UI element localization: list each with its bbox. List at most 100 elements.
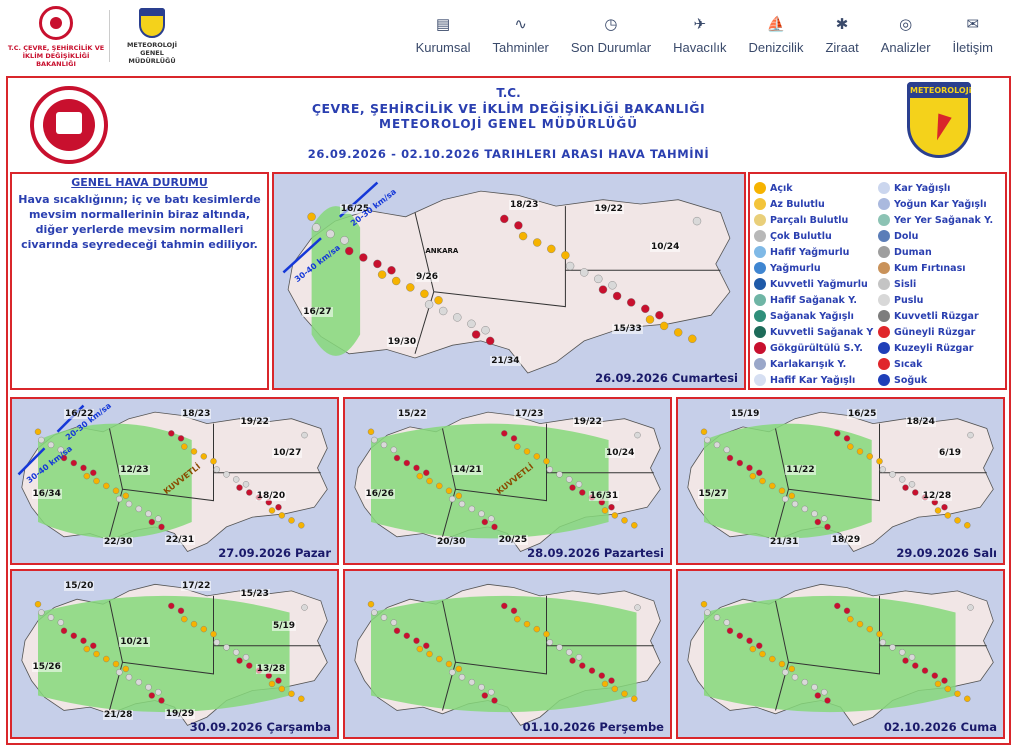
weather-symbol-icon xyxy=(93,650,100,658)
weather-symbol-icon xyxy=(223,644,230,651)
weather-symbol-icon xyxy=(759,650,766,658)
legend-item: Parçalı Bulutlu xyxy=(754,212,882,228)
legend-symbol-icon xyxy=(754,326,766,338)
temperature-label: 15/26 xyxy=(31,662,62,673)
legend-label: Puslu xyxy=(894,294,924,306)
forecast-map-day-3[interactable]: 15/22 17/23 19/22 14/21 10/24 16/26 16/31 20/30… xyxy=(343,397,672,565)
temperature-label: 12/23 xyxy=(119,464,150,475)
weather-symbol-icon xyxy=(627,298,636,307)
legend-item: Hafif Kar Yağışlı xyxy=(754,372,882,388)
legend-item: Sağanak Yağışlı xyxy=(754,308,882,324)
ministry-seal-icon xyxy=(39,6,73,40)
temperature-label: 15/20 xyxy=(64,580,95,591)
legend-label: Yoğun Kar Yağışlı xyxy=(894,198,987,210)
weather-symbol-icon xyxy=(34,601,42,608)
weather-symbol-icon xyxy=(177,435,185,442)
mgm-logo[interactable]: METEOROLOJİ GENEL MÜDÜRLÜĞÜ xyxy=(116,8,188,68)
weather-symbol-icon xyxy=(125,673,133,681)
temperature-label: 14/21 xyxy=(452,464,483,475)
nav-item-havac-l-k[interactable]: ✈ Havacılık xyxy=(662,14,737,55)
temperature-label: 16/34 xyxy=(31,489,62,500)
weather-symbol-icon xyxy=(847,615,854,623)
legend-symbol-icon xyxy=(878,310,890,322)
weather-symbol-icon xyxy=(866,625,874,633)
ministry-logo[interactable]: T.C. ÇEVRE, ŞEHİRCİLİK VE İKLİM DEĞİŞİKL… xyxy=(6,6,106,68)
forecast-map-day-2[interactable]: 16/22 18/23 19/22 12/23 10/27 16/34 18/20 22/30… xyxy=(10,397,339,565)
weather-symbol-icon xyxy=(533,625,541,633)
weather-symbol-icon xyxy=(510,607,518,614)
forecast-date-label: 01.10.2026 Perşembe xyxy=(522,720,664,734)
weather-symbol-icon xyxy=(944,512,951,519)
weather-symbol-icon xyxy=(749,645,757,653)
weather-symbol-icon xyxy=(726,454,734,462)
weather-symbol-icon xyxy=(90,642,97,649)
nav-item-label: Havacılık xyxy=(673,40,727,55)
weather-symbol-icon xyxy=(889,471,896,478)
legend-symbol-icon xyxy=(754,342,766,354)
weather-symbol-icon xyxy=(514,615,521,623)
weather-symbol-icon xyxy=(34,428,42,435)
weather-symbol-icon xyxy=(514,443,521,450)
nav-item-analizler[interactable]: ◎ Analizler xyxy=(870,14,942,55)
weather-symbol-icon xyxy=(801,505,809,513)
temperature-label: 13/28 xyxy=(255,663,287,674)
weather-symbol-icon xyxy=(471,330,481,339)
weather-symbol-icon xyxy=(533,238,542,247)
nav-item-i-leti-im[interactable]: ✉ İletişim xyxy=(942,14,1004,55)
weather-symbol-icon xyxy=(213,466,221,473)
weather-symbol-icon xyxy=(416,645,424,653)
weather-symbol-icon xyxy=(298,695,305,703)
legend-label: Dolu xyxy=(894,230,919,242)
weekly-forecast-bulletin: T.C. ÇEVRE, ŞEHİRCİLİK VE İKLİM DEĞİŞİKL… xyxy=(6,76,1011,745)
forecast-map-day-1[interactable]: 16/25 18/23 19/22 9/26 10/24 16/27 15/33 19/30 2… xyxy=(272,172,746,390)
weather-legend: Açık Az Bulutlu Parçalı Bulutlu Çok Bulutlu… xyxy=(748,172,1007,390)
temperature-label: 10/21 xyxy=(119,637,150,648)
weather-symbol-icon xyxy=(580,268,589,277)
weather-symbol-icon xyxy=(782,495,789,503)
forecast-date-label: 02.10.2026 Cuma xyxy=(883,720,997,734)
forecast-date-label: 28.09.2026 Pazartesi xyxy=(527,546,664,560)
forecast-map-day-5[interactable]: 15/20 17/22 15/23 10/21 5/19 15/26 13/28 21/28 1… xyxy=(10,569,339,739)
weather-symbol-icon xyxy=(674,328,683,337)
weather-symbol-icon xyxy=(268,680,276,688)
main-menu: ▤ Kurumsal ∿ Tahminler ◷ Son Durumlar ✈ Havacıl… xyxy=(405,14,1004,55)
forecast-map-day-7[interactable]: 02.10.2026 Cuma xyxy=(676,569,1005,739)
weather-symbol-icon xyxy=(413,464,420,472)
legend-symbol-icon xyxy=(878,326,890,338)
weather-symbol-icon xyxy=(423,469,430,477)
nav-item-tahminler[interactable]: ∿ Tahminler xyxy=(482,14,560,55)
clock-check-icon: ◷ xyxy=(604,16,618,33)
legend-label: Kuvvetli Sağanak Y xyxy=(770,326,874,338)
weather-symbol-icon xyxy=(416,472,424,480)
weather-symbol-icon xyxy=(478,683,485,691)
weather-symbol-icon xyxy=(403,632,410,639)
nav-item-denizcilik[interactable]: ⛵ Denizcilik xyxy=(738,14,815,55)
nav-item-kurumsal[interactable]: ▤ Kurumsal xyxy=(405,14,482,55)
temperature-label: 15/23 xyxy=(239,589,270,600)
nav-item-son-durumlar[interactable]: ◷ Son Durumlar xyxy=(560,14,662,55)
legend-symbol-icon xyxy=(878,246,890,258)
legend-symbol-icon xyxy=(878,374,890,386)
weather-symbol-icon xyxy=(301,604,308,611)
legend-symbol-icon xyxy=(754,310,766,322)
weather-symbol-icon xyxy=(326,229,335,239)
nav-item-label: İletişim xyxy=(952,40,993,55)
weather-symbol-icon xyxy=(181,443,188,450)
weather-symbol-icon xyxy=(967,604,974,611)
temperature-label: 15/27 xyxy=(697,489,728,500)
weather-symbol-icon xyxy=(445,487,453,495)
forecast-map-day-4[interactable]: 15/19 16/25 18/24 11/22 6/19 15/27 12/28 21/31 1… xyxy=(676,397,1005,565)
weather-symbol-icon xyxy=(181,615,188,623)
forecast-map-day-6[interactable]: 01.10.2026 Perşembe xyxy=(343,569,672,739)
temperature-label: 12/28 xyxy=(921,490,953,501)
weather-symbol-icon xyxy=(371,436,378,444)
legend-item: Dolu xyxy=(878,228,1006,244)
temperature-label: 10/27 xyxy=(272,448,303,459)
weather-symbol-icon xyxy=(359,253,368,262)
legend-label: Kuvvetli Yağmurlu xyxy=(770,278,868,290)
weather-symbol-icon xyxy=(944,685,951,693)
nav-item-ziraat[interactable]: ✱ Ziraat xyxy=(814,14,869,55)
precipitation-area xyxy=(38,595,290,713)
weather-symbol-icon xyxy=(621,517,628,524)
weather-symbol-icon xyxy=(608,677,615,684)
